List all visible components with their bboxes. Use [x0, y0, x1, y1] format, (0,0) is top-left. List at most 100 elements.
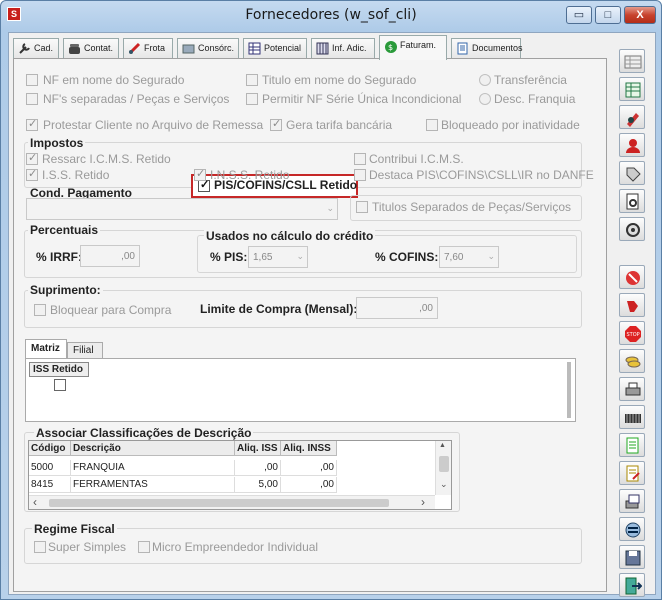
ressarc-icms-checkbox[interactable] — [26, 151, 38, 165]
pis-label: % PIS: — [210, 250, 248, 264]
close-button[interactable]: X — [624, 6, 656, 24]
faturamento-panel: NF em nome do Segurado Titulo em nome do… — [13, 58, 607, 592]
desc-franquia-radio[interactable] — [479, 93, 491, 105]
exit-icon[interactable] — [619, 573, 645, 597]
table-cell[interactable]: FRANQUIA — [71, 460, 235, 476]
table-cell[interactable]: 5,00 — [235, 477, 281, 493]
table-cell[interactable]: ,00 — [235, 460, 281, 476]
protestar-checkbox[interactable] — [26, 117, 38, 131]
tab-potencial[interactable]: Potencial — [243, 38, 307, 59]
print-preview-icon[interactable] — [619, 189, 645, 213]
tab-documentos[interactable]: Documentos — [451, 38, 523, 59]
window-title: Fornecedores (w_sof_cli) — [245, 7, 417, 23]
scroll-thumb[interactable] — [49, 499, 389, 507]
col-aliq-inss: Aliq. INSS — [281, 441, 337, 456]
tab-frota[interactable]: Frota — [123, 38, 173, 59]
pis-select[interactable]: 1,65 ⌄ — [248, 246, 308, 268]
thumbs-down-icon[interactable] — [619, 293, 645, 317]
tag-icon[interactable] — [619, 161, 645, 185]
tab-contat[interactable]: Contat. — [63, 38, 119, 59]
iss-retido-grid-checkbox[interactable] — [54, 379, 66, 391]
tab-inf-adic[interactable]: Inf. Adic. — [311, 38, 375, 59]
window: S Fornecedores (w_sof_cli) ▭ □ X Cad. Co… — [0, 0, 662, 600]
mei-checkbox[interactable] — [138, 541, 150, 553]
tab-matriz[interactable]: Matriz — [25, 339, 67, 359]
percentuais-title: Percentuais — [28, 223, 101, 237]
chevron-down-icon: ⌄ — [296, 251, 304, 261]
document-icon — [456, 42, 470, 55]
titulo-segurado-checkbox[interactable] — [246, 74, 258, 86]
scroll-thumb[interactable] — [439, 456, 449, 472]
spreadsheet-icon[interactable] — [619, 77, 645, 101]
transferencia-radio[interactable] — [479, 74, 491, 86]
card-icon — [182, 42, 196, 55]
super-simples-checkbox[interactable] — [34, 541, 46, 553]
svg-text:$: $ — [388, 43, 393, 52]
film-icon[interactable] — [619, 405, 645, 429]
scroll-left-icon[interactable]: ‹ — [33, 495, 37, 509]
user-icon[interactable] — [619, 133, 645, 157]
tab-label: Frota — [144, 43, 166, 53]
printer-icon[interactable] — [619, 377, 645, 401]
nfs-separadas-checkbox[interactable] — [26, 93, 38, 105]
destaca-checkbox[interactable] — [354, 169, 366, 181]
coins-icon[interactable] — [619, 349, 645, 373]
table-cell[interactable]: 8415 — [29, 477, 71, 493]
title-bar[interactable]: S Fornecedores (w_sof_cli) ▭ □ X — [1, 1, 661, 29]
scrollbar[interactable] — [567, 362, 571, 418]
irrf-label: % IRRF: — [36, 250, 82, 264]
maximize-button[interactable]: □ — [595, 6, 621, 24]
contribui-icms-checkbox[interactable] — [354, 153, 366, 165]
scroll-right-icon[interactable]: › — [421, 495, 425, 509]
irrf-field[interactable]: ,00 — [80, 245, 140, 267]
pen-icon[interactable] — [619, 105, 645, 129]
tab-cad[interactable]: Cad. — [13, 38, 59, 59]
permitir-nf-checkbox[interactable] — [246, 93, 258, 105]
tab-consorc[interactable]: Consórc. — [177, 38, 239, 59]
table-cell[interactable]: FERRAMENTAS — [71, 477, 235, 493]
associar-title: Associar Classificações de Descrição — [34, 426, 254, 440]
impostos-title: Impostos — [28, 136, 86, 150]
svg-text:STOP: STOP — [627, 332, 640, 338]
scroll-down-icon[interactable]: ⌄ — [440, 479, 448, 490]
suprimento-title: Suprimento: — [28, 283, 103, 297]
tab-label: Cad. — [34, 43, 54, 53]
permitir-nf-label: Permitir NF Série Única Incondicional — [262, 92, 462, 106]
sort-icon[interactable] — [619, 517, 645, 541]
print-queue-icon[interactable] — [619, 489, 645, 513]
gera-tarifa-label: Gera tarifa bancária — [286, 118, 393, 132]
bloquear-checkbox[interactable] — [34, 304, 46, 316]
minimize-button[interactable]: ▭ — [566, 6, 592, 24]
cond-pagamento-select[interactable]: ⌄ — [26, 198, 338, 220]
iss-retido-checkbox[interactable] — [26, 167, 38, 181]
report-icon[interactable] — [619, 433, 645, 457]
truck-icon — [128, 42, 142, 55]
stop-icon[interactable]: STOP — [619, 321, 645, 345]
scroll-up-icon[interactable]: ▲ — [439, 442, 446, 449]
vertical-scrollbar[interactable]: ▲ ⌄ — [435, 441, 451, 495]
gera-tarifa-checkbox[interactable] — [270, 117, 282, 131]
col-descricao: Descrição — [71, 441, 235, 456]
inss-retido-checkbox[interactable] — [194, 167, 206, 181]
tab-label: Consórc. — [198, 43, 235, 53]
transferencia-label: Transferência — [494, 73, 567, 87]
table-cell[interactable]: ,00 — [281, 460, 337, 476]
limite-field[interactable]: ,00 — [356, 297, 438, 319]
horizontal-scrollbar[interactable]: ‹ › — [29, 495, 435, 509]
cofins-select[interactable]: 7,60 ⌄ — [439, 246, 499, 268]
tab-filial[interactable]: Filial — [67, 342, 103, 359]
tab-faturam[interactable]: $ Faturam. — [379, 35, 447, 60]
nf-segurado-checkbox[interactable] — [26, 74, 38, 86]
grid-edit-icon[interactable] — [619, 49, 645, 73]
save-icon[interactable] — [619, 545, 645, 569]
iss-retido-label: I.S.S. Retido — [42, 168, 110, 182]
bloqueado-checkbox[interactable] — [426, 119, 438, 131]
table-icon — [248, 42, 262, 55]
table-cell[interactable]: 5000 — [29, 460, 71, 476]
cancel-icon[interactable] — [619, 265, 645, 289]
titulos-separados-checkbox[interactable] — [356, 201, 368, 213]
report-edit-icon[interactable] — [619, 461, 645, 485]
table-cell[interactable]: ,00 — [281, 477, 337, 493]
camera-icon[interactable] — [619, 217, 645, 241]
pis-cofins-checkbox[interactable] — [198, 178, 210, 192]
